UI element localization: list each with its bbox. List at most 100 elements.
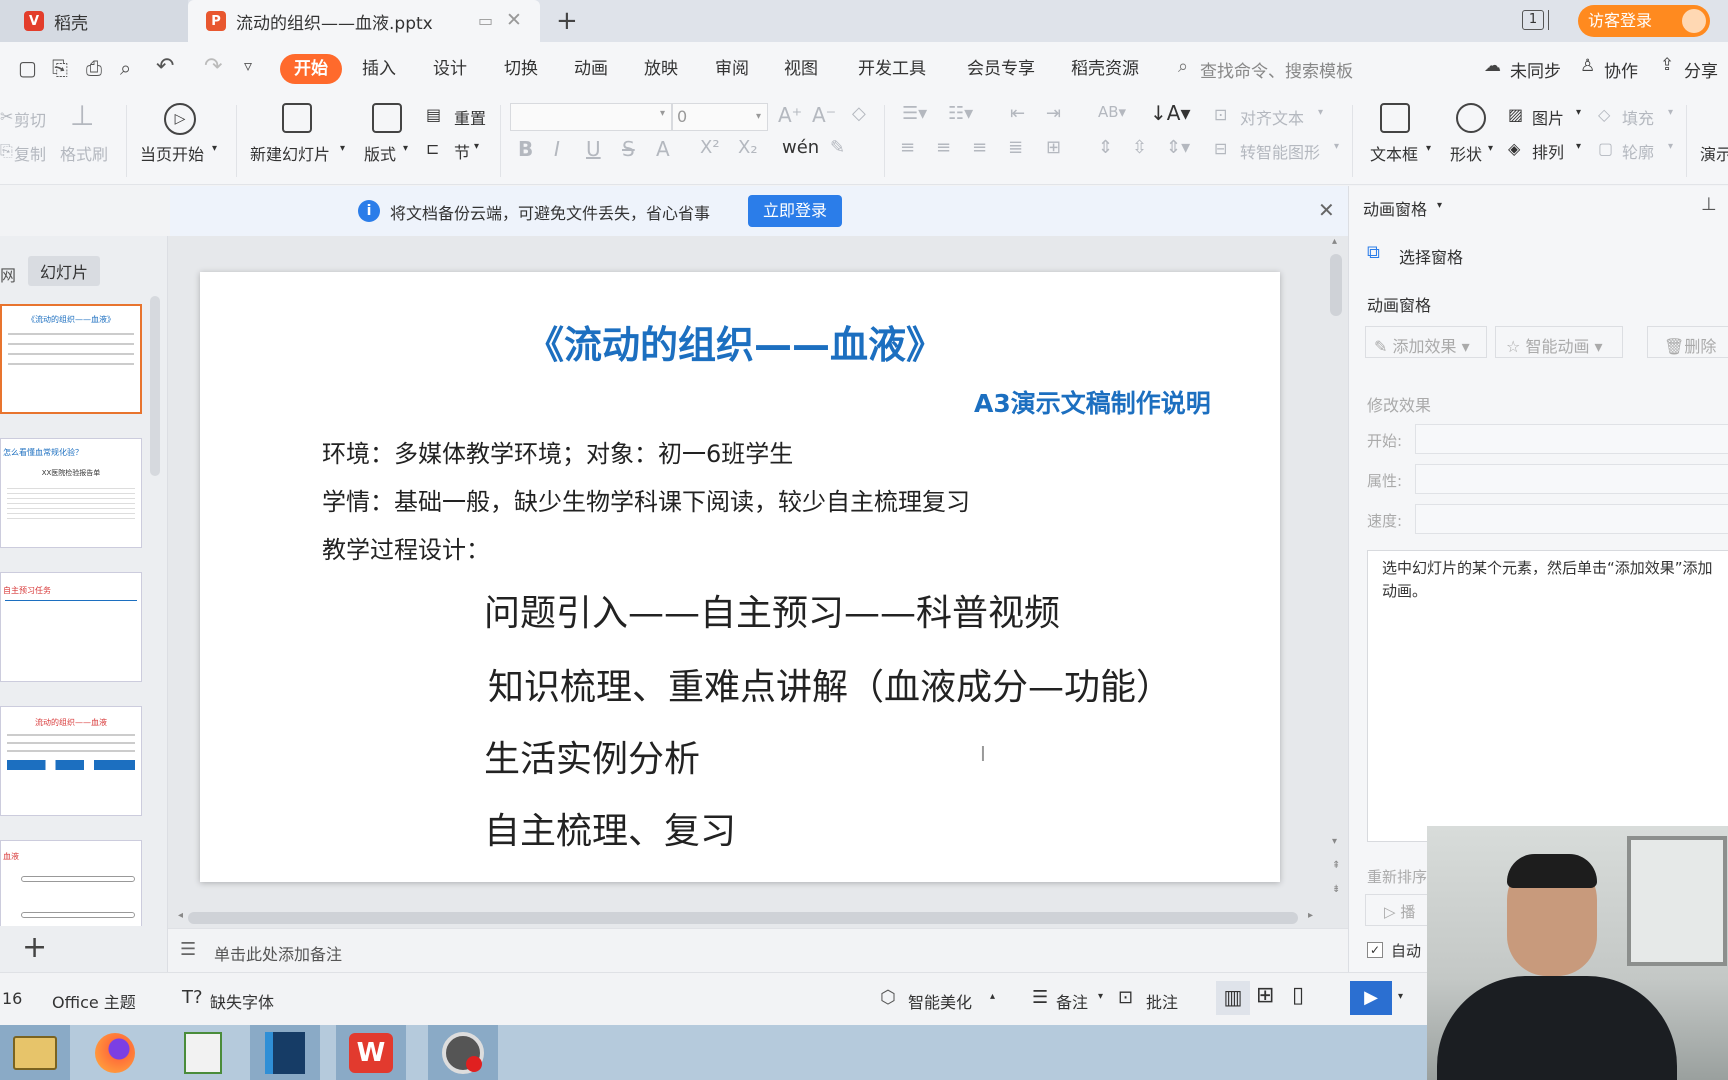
- undo-icon[interactable]: ↶: [156, 54, 174, 79]
- add-slide-icon[interactable]: +: [22, 930, 47, 965]
- menu-home[interactable]: 开始: [280, 54, 342, 84]
- dropdown-arrow-icon[interactable]: ▾: [1398, 991, 1403, 1002]
- command-search-input[interactable]: 查找命令、搜索模板: [1200, 57, 1353, 82]
- dropdown-arrow-icon[interactable]: ▾: [1334, 141, 1339, 152]
- dropdown-arrow-icon[interactable]: ▾: [212, 143, 217, 154]
- delete-effect-button[interactable]: 🗑删除: [1647, 326, 1728, 358]
- selection-pane-button[interactable]: 选择窗格: [1399, 244, 1463, 268]
- sync-status-button[interactable]: 未同步: [1510, 57, 1561, 82]
- normal-view-icon[interactable]: ▥: [1216, 981, 1250, 1015]
- dropdown-arrow-icon[interactable]: ▾: [1318, 107, 1323, 118]
- text-direction-icon[interactable]: AB▾: [1098, 103, 1126, 121]
- convert-smartart-button[interactable]: 转智能图形: [1240, 139, 1320, 163]
- vertical-scrollbar-thumb[interactable]: [1330, 254, 1342, 316]
- align-right-icon[interactable]: ≡: [972, 137, 987, 158]
- process-step[interactable]: 知识梳理、重难点讲解（血液成分—功能）: [488, 658, 1172, 710]
- spacing-dropdown-icon[interactable]: ⇕▾: [1166, 137, 1190, 158]
- scroll-right-icon[interactable]: ▸: [1308, 910, 1313, 921]
- thumbnail-scrollbar[interactable]: [150, 296, 160, 476]
- new-slide-button[interactable]: 新建幻灯片: [250, 141, 330, 165]
- pane-header-dropdown[interactable]: 动画窗格: [1363, 196, 1427, 220]
- animation-list[interactable]: 选中幻灯片的某个元素，然后单击“添加效果”添加动画。: [1367, 550, 1728, 842]
- tab-slides[interactable]: 幻灯片: [28, 256, 101, 286]
- smart-animation-button[interactable]: ☆ 智能动画 ▾: [1495, 326, 1623, 358]
- bullet-list-icon[interactable]: ☰▾: [902, 103, 927, 124]
- dropdown-arrow-icon[interactable]: ▾: [1668, 141, 1673, 152]
- present-button[interactable]: 演示: [1700, 141, 1728, 165]
- align-text-button[interactable]: 对齐文本: [1240, 105, 1304, 129]
- strikethrough-icon[interactable]: S: [622, 137, 635, 161]
- slide-canvas[interactable]: 《流动的组织——血液》 A3演示文稿制作说明 环境：多媒体教学环境；对象：初一6…: [200, 272, 1280, 882]
- dropdown-arrow-icon[interactable]: ▾: [403, 143, 408, 154]
- share-button[interactable]: 分享: [1684, 57, 1718, 82]
- font-size-select[interactable]: 0 ▾: [672, 103, 768, 131]
- clear-format-icon[interactable]: ◇: [852, 103, 866, 124]
- paragraph-spacing-icon[interactable]: ⇳: [1132, 137, 1147, 158]
- slide-thumbnail[interactable]: 怎么看懂血常规化验？ XX医院检验报告单: [0, 438, 142, 548]
- notes-toggle-button[interactable]: 备注: [1056, 989, 1088, 1013]
- tab-document[interactable]: P 流动的组织——血液.pptx ▭ ✕: [188, 0, 540, 42]
- speed-select[interactable]: [1415, 504, 1728, 534]
- slide-title[interactable]: 《流动的组织——血液》: [526, 314, 944, 369]
- next-slide-icon[interactable]: ⇟: [1332, 884, 1340, 895]
- export-icon[interactable]: ⎘: [52, 56, 68, 80]
- layout-button[interactable]: 版式: [364, 141, 396, 165]
- menu-member[interactable]: 会员专享: [967, 54, 1035, 84]
- auto-preview-checkbox[interactable]: ✓: [1367, 942, 1383, 958]
- font-family-select[interactable]: ▾: [510, 103, 672, 131]
- slide-count[interactable]: 16: [2, 989, 22, 1008]
- reading-view-icon[interactable]: ▯: [1292, 983, 1304, 1008]
- copy-button[interactable]: 复制: [14, 141, 46, 165]
- notes-placeholder[interactable]: 单击此处添加备注: [214, 941, 342, 965]
- menu-transition[interactable]: 切换: [504, 54, 538, 84]
- phonetic-guide-icon[interactable]: wén: [782, 137, 819, 158]
- process-step[interactable]: 生活实例分析: [484, 730, 700, 782]
- file-manager-icon[interactable]: [0, 1025, 70, 1080]
- wps-office-icon[interactable]: W: [336, 1025, 406, 1080]
- superscript-icon[interactable]: X²: [700, 137, 720, 158]
- comments-button[interactable]: 批注: [1146, 989, 1178, 1013]
- menu-docer-resources[interactable]: 稻壳资源: [1071, 54, 1139, 84]
- dropdown-arrow-icon[interactable]: ▾: [1437, 200, 1442, 211]
- process-step[interactable]: 问题引入——自主预习——科普视频: [484, 584, 1060, 636]
- property-select[interactable]: [1415, 464, 1728, 494]
- line-spacing-icon[interactable]: ⇕: [1098, 137, 1113, 158]
- pin-icon[interactable]: ⊥: [1701, 194, 1717, 215]
- slide-subtitle[interactable]: A3演示文稿制作说明: [974, 384, 1211, 420]
- save-icon[interactable]: ▢: [18, 56, 37, 80]
- justify-icon[interactable]: ≣: [1008, 137, 1023, 158]
- window-float-icon[interactable]: ▭: [478, 11, 493, 30]
- menu-insert[interactable]: 插入: [362, 54, 396, 84]
- tab-outline[interactable]: 网: [0, 262, 16, 286]
- bold-icon[interactable]: B: [518, 137, 533, 161]
- distribute-icon[interactable]: ⊞: [1046, 137, 1061, 158]
- italic-icon[interactable]: I: [554, 137, 560, 161]
- decrease-indent-icon[interactable]: ⇤: [1010, 103, 1025, 124]
- dropdown-arrow-icon[interactable]: ▾: [340, 143, 345, 154]
- prev-slide-icon[interactable]: ⇞: [1332, 860, 1340, 871]
- outline-button[interactable]: 轮廓: [1622, 139, 1654, 163]
- sort-icon[interactable]: ↓A▾: [1150, 101, 1190, 125]
- font-color-icon[interactable]: A: [656, 137, 670, 161]
- textbox-button[interactable]: 文本框: [1370, 141, 1418, 165]
- highlight-icon[interactable]: ✎: [830, 137, 845, 158]
- close-tab-icon[interactable]: ✕: [506, 9, 522, 31]
- dropdown-arrow-icon[interactable]: ▾: [1576, 107, 1581, 118]
- fill-button[interactable]: 填充: [1622, 105, 1654, 129]
- menu-view[interactable]: 视图: [784, 54, 818, 84]
- play-from-current-button[interactable]: 当页开始: [140, 141, 204, 165]
- slide-sorter-icon[interactable]: ⊞: [1256, 983, 1274, 1008]
- slide-thumbnail[interactable]: 流动的组织——血液: [0, 706, 142, 816]
- tab-docer[interactable]: V 稻壳: [0, 0, 188, 42]
- learner-situation-text[interactable]: 学情：基础一般，缺少生物学科课下阅读，较少自主梳理复习: [322, 482, 970, 517]
- slide-thumbnail[interactable]: 自主预习任务: [0, 572, 142, 682]
- menu-design[interactable]: 设计: [433, 54, 467, 84]
- dropdown-arrow-icon[interactable]: ▾: [1668, 107, 1673, 118]
- notes-area[interactable]: ☰ 单击此处添加备注: [168, 928, 1348, 972]
- quick-access-dropdown-icon[interactable]: ▿: [244, 56, 252, 75]
- scroll-up-icon[interactable]: ▴: [1332, 236, 1337, 247]
- print-preview-icon[interactable]: ⌕: [120, 56, 131, 80]
- redo-icon[interactable]: ↷: [204, 54, 222, 79]
- reset-button[interactable]: 重置: [454, 105, 486, 129]
- format-painter-button[interactable]: 格式刷: [60, 141, 108, 165]
